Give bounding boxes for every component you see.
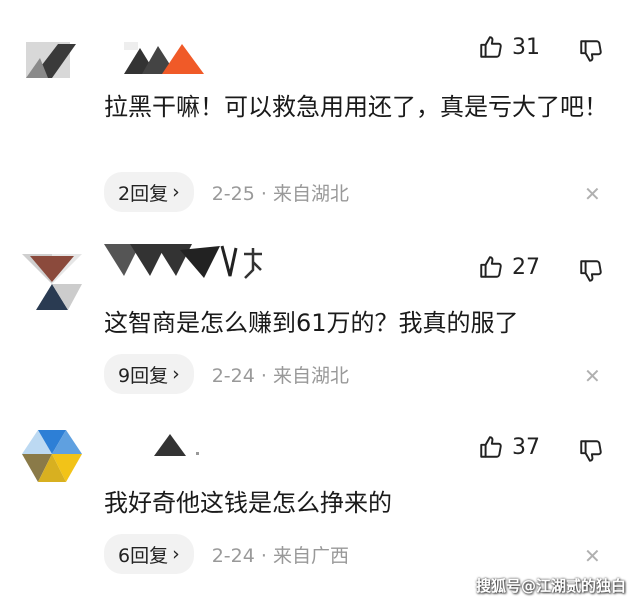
- like-button[interactable]: 37: [478, 434, 540, 460]
- comment-text: 我好奇他这钱是怎么挣来的: [104, 489, 392, 517]
- like-button[interactable]: 27: [478, 254, 540, 280]
- reply-button[interactable]: 6回复 ›: [104, 534, 194, 574]
- comment-meta: 2-25 · 来自湖北: [212, 179, 349, 206]
- like-count: 31: [512, 34, 540, 60]
- meta-separator: ·: [260, 544, 267, 567]
- thumbs-up-icon: [480, 436, 502, 458]
- thumbs-up-icon: [480, 256, 502, 278]
- comment-date: 2-24: [211, 364, 255, 387]
- reply-button[interactable]: 9回复 ›: [104, 354, 194, 394]
- thumbs-down-icon: [580, 260, 602, 282]
- comment-item: 27 这智商是怎么赚到61万的？我真的服了 9回复 › 2-24 · 来自湖北 …: [0, 236, 640, 406]
- comment-date: 2-24: [211, 544, 255, 567]
- dislike-button[interactable]: [578, 438, 604, 464]
- avatar[interactable]: [18, 244, 86, 312]
- username[interactable]: [100, 414, 300, 458]
- thumbs-down-icon: [580, 40, 602, 62]
- comment-meta: 2-24 · 来自广西: [212, 541, 349, 568]
- username[interactable]: [100, 28, 300, 74]
- reply-count-label: 2回复: [118, 182, 169, 205]
- like-button[interactable]: 31: [478, 34, 540, 60]
- comment-item: 37 我好奇他这钱是怎么挣来的 6回复 › 2-24 · 来自广西 ✕: [0, 414, 640, 584]
- comment-location: 来自湖北: [272, 182, 349, 205]
- reply-count-label: 9回复: [118, 364, 169, 387]
- comment-text: 拉黑干嘛！可以救急用用还了，真是亏大了吧！: [104, 93, 608, 121]
- avatar[interactable]: [18, 424, 86, 492]
- comment-date: 2-25: [211, 182, 255, 205]
- comment-item: 31 拉黑干嘛！可以救急用用还了，真是亏大了吧！ 2回复 › 2-25 · 来自…: [0, 28, 640, 218]
- chevron-right-icon: ›: [172, 543, 180, 565]
- chevron-right-icon: ›: [172, 363, 180, 385]
- dislike-button[interactable]: [578, 38, 604, 64]
- like-count: 27: [512, 254, 540, 280]
- watermark: 搜狐号@江湖贰的独白: [475, 577, 626, 595]
- thumbs-up-icon: [480, 36, 502, 58]
- comment-footer: 9回复 › 2-24 · 来自湖北: [104, 354, 349, 394]
- close-icon[interactable]: ✕: [584, 364, 601, 388]
- comment-text: 这智商是怎么赚到61万的？我真的服了: [104, 309, 519, 337]
- chevron-right-icon: ›: [172, 181, 180, 203]
- thumbs-down-icon: [580, 440, 602, 462]
- reply-count-label: 6回复: [118, 544, 169, 567]
- comment-meta: 2-24 · 来自湖北: [212, 361, 349, 388]
- close-icon[interactable]: ✕: [584, 544, 601, 568]
- reply-button[interactable]: 2回复 ›: [104, 172, 194, 212]
- like-count: 37: [512, 434, 540, 460]
- close-icon[interactable]: ✕: [584, 182, 601, 206]
- username[interactable]: [100, 236, 300, 280]
- comment-footer: 2回复 › 2-25 · 来自湖北: [104, 172, 349, 212]
- meta-separator: ·: [260, 182, 267, 205]
- comment-footer: 6回复 › 2-24 · 来自广西: [104, 534, 349, 574]
- dislike-button[interactable]: [578, 258, 604, 284]
- avatar[interactable]: [18, 36, 86, 104]
- comment-location: 来自广西: [272, 544, 349, 567]
- meta-separator: ·: [260, 364, 267, 387]
- comment-location: 来自湖北: [272, 364, 349, 387]
